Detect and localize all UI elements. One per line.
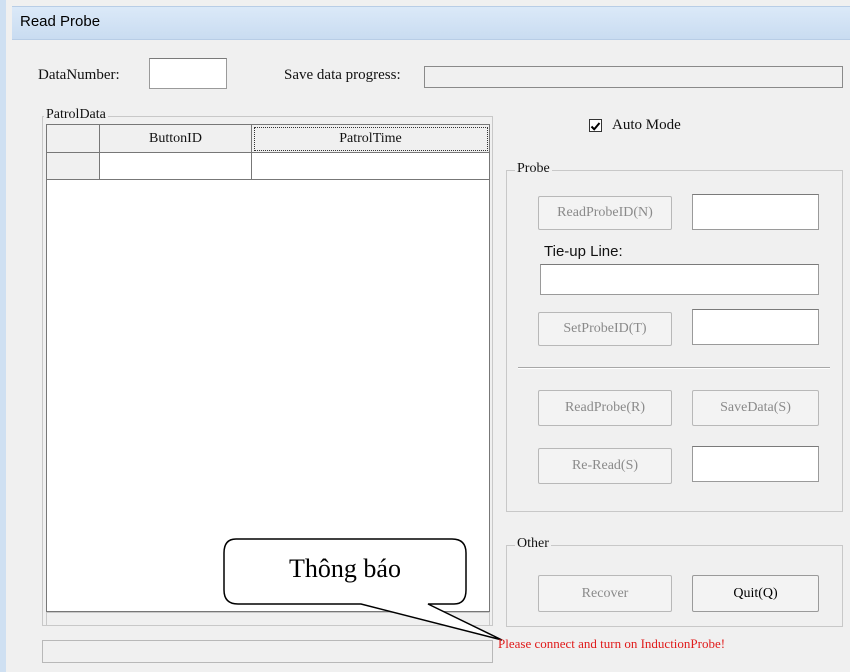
callout-bubble: Thông báo [223, 538, 503, 641]
read-probe-window: Read Probe DataNumber: Save data progres… [0, 0, 850, 672]
status-message: Please connect and turn on InductionProb… [498, 636, 726, 651]
callout-text: Thông báo [289, 554, 401, 583]
